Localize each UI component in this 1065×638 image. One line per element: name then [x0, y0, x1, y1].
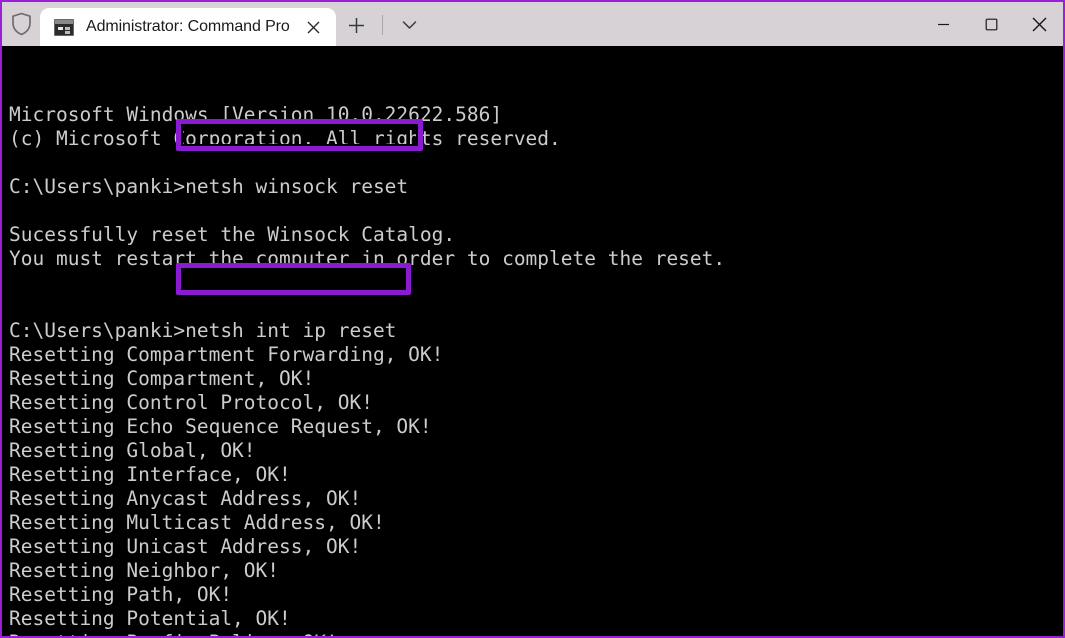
terminal-line: (c) Microsoft Corporation. All rights re…	[9, 127, 1063, 151]
terminal-line: Resetting Neighbor, OK!	[9, 559, 1063, 583]
terminal-line: Resetting Echo Sequence Request, OK!	[9, 415, 1063, 439]
new-tab-button[interactable]	[336, 6, 376, 44]
minimize-button[interactable]	[919, 2, 967, 46]
terminal-line: You must restart the computer in order t…	[9, 247, 1063, 271]
maximize-icon	[984, 17, 999, 32]
terminal-line: Resetting Unicast Address, OK!	[9, 535, 1063, 559]
tabbar-divider	[382, 15, 383, 35]
tab-menu-button[interactable]	[389, 6, 429, 44]
terminal-line: Resetting Interface, OK!	[9, 463, 1063, 487]
plus-icon	[348, 17, 365, 34]
tab-label: Administrator: Command Pro	[86, 18, 296, 36]
window-controls	[919, 2, 1063, 46]
tab-close-button[interactable]	[296, 12, 330, 42]
terminal-line	[9, 199, 1063, 223]
terminal-line: C:\Users\panki>netsh winsock reset	[9, 175, 1063, 199]
title-bar: Administrator: Command Pro	[2, 2, 1063, 46]
minimize-icon	[936, 17, 951, 32]
terminal-line	[9, 295, 1063, 319]
terminal-line: Resetting Potential, OK!	[9, 607, 1063, 631]
console-icon	[54, 19, 74, 36]
terminal-line: Sucessfully reset the Winsock Catalog.	[9, 223, 1063, 247]
terminal-line-list: Microsoft Windows [Version 10.0.22622.58…	[9, 103, 1063, 636]
console-window: Administrator: Command Pro	[0, 0, 1065, 638]
terminal-line	[9, 271, 1063, 295]
terminal-line: Resetting Control Protocol, OK!	[9, 391, 1063, 415]
maximize-button[interactable]	[967, 2, 1015, 46]
terminal-line: C:\Users\panki>netsh int ip reset	[9, 319, 1063, 343]
tab-command-prompt[interactable]: Administrator: Command Pro	[40, 8, 336, 46]
terminal-line	[9, 151, 1063, 175]
terminal-line: Microsoft Windows [Version 10.0.22622.58…	[9, 103, 1063, 127]
close-button[interactable]	[1015, 2, 1063, 46]
shield-icon	[2, 2, 40, 46]
terminal-line: Resetting Path, OK!	[9, 583, 1063, 607]
chevron-down-icon	[402, 20, 417, 30]
terminal-output[interactable]: Microsoft Windows [Version 10.0.22622.58…	[2, 46, 1063, 636]
terminal-line: Resetting Prefix Policy, OK!	[9, 631, 1063, 636]
close-icon	[1030, 15, 1049, 34]
terminal-line: Resetting Multicast Address, OK!	[9, 511, 1063, 535]
terminal-line: Resetting Compartment, OK!	[9, 367, 1063, 391]
terminal-line: Resetting Anycast Address, OK!	[9, 487, 1063, 511]
terminal-line: Resetting Compartment Forwarding, OK!	[9, 343, 1063, 367]
terminal-line: Resetting Global, OK!	[9, 439, 1063, 463]
